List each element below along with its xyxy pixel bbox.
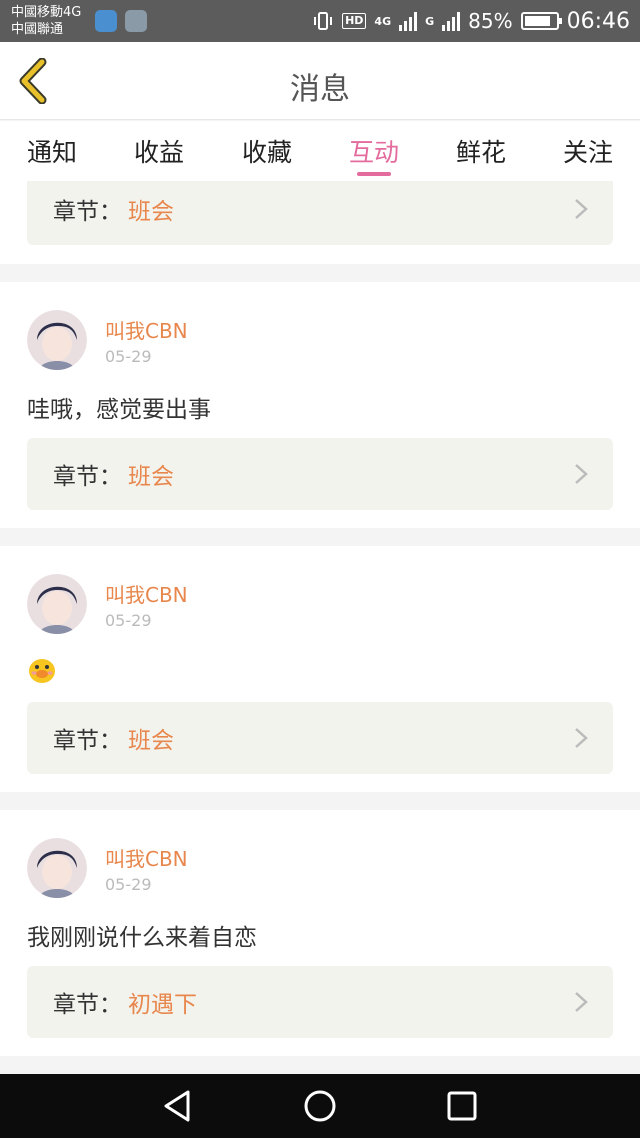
duck-emoji-icon: [29, 659, 55, 683]
avatar[interactable]: [27, 310, 87, 370]
chevron-right-icon: [575, 199, 588, 219]
message-feed[interactable]: 章节： 班会 叫我CBN 05-29 哇哦，感觉要出事 章节： 班会 叫我CBN…: [0, 181, 640, 1074]
tab-earnings[interactable]: 收益: [119, 133, 199, 169]
vibrate-icon: [314, 12, 333, 30]
comment-text: 我刚刚说什么来着自恋: [27, 925, 257, 951]
chapter-title: 班会: [128, 199, 174, 225]
tab-interactions[interactable]: 互动: [334, 133, 414, 169]
chapter-title: 班会: [128, 464, 174, 490]
timestamp: 05-29: [105, 875, 152, 894]
message-card-partial: 章节： 班会: [0, 181, 640, 264]
chevron-right-icon: [575, 992, 588, 1012]
chapter-label: 章节：: [53, 199, 122, 225]
status-bar: 中國移動4G 中國聯通 HD 4G G 85% 06:46: [0, 0, 640, 42]
signal-bars-icon: [399, 11, 418, 31]
chapter-link[interactable]: 章节： 初遇下: [27, 966, 613, 1038]
carrier-info: 中國移動4G 中國聯通: [11, 4, 81, 38]
network-g-label: G: [425, 14, 435, 28]
active-tab-indicator: [357, 172, 391, 176]
chapter-label: 章节：: [53, 992, 122, 1018]
square-recent-icon[interactable]: [444, 1088, 480, 1124]
chapter-label: 章节：: [53, 464, 122, 490]
username[interactable]: 叫我CBN: [105, 579, 188, 608]
chapter-label: 章节：: [53, 728, 122, 754]
message-card: 叫我CBN 05-29 哇哦，感觉要出事 章节： 班会: [0, 282, 640, 528]
hd-badge: HD: [342, 13, 367, 29]
timestamp: 05-29: [105, 611, 152, 630]
battery-icon: [520, 12, 562, 30]
chevron-right-icon: [575, 464, 588, 484]
chapter-title: 初遇下: [128, 992, 197, 1018]
battery-percent: 85%: [468, 9, 513, 33]
tab-notifications[interactable]: 通知: [12, 133, 92, 169]
comment-text: 哇哦，感觉要出事: [27, 397, 211, 423]
tab-flowers[interactable]: 鲜花: [441, 133, 521, 169]
message-card: 叫我CBN 05-29 我刚刚说什么来着自恋 章节： 初遇下: [0, 810, 640, 1056]
network-4g-label: 4G: [374, 14, 392, 28]
notification-app-icon: [95, 10, 117, 32]
system-nav-bar: [0, 1074, 640, 1138]
triangle-back-icon[interactable]: [160, 1088, 196, 1124]
page-title: 消息: [290, 72, 350, 107]
tab-following[interactable]: 关注: [548, 133, 628, 169]
clock: 06:46: [566, 8, 630, 34]
gallery-notification-icon: [125, 10, 147, 32]
username[interactable]: 叫我CBN: [105, 843, 188, 872]
app-header: 消息: [0, 42, 640, 120]
tab-bar: 通知 收益 收藏 互动 鲜花 关注: [0, 121, 640, 181]
chapter-title: 班会: [128, 728, 174, 754]
chapter-link[interactable]: 章节： 班会: [27, 181, 613, 245]
signal-bars-icon-2: [442, 11, 461, 31]
circle-home-icon[interactable]: [302, 1088, 338, 1124]
carrier-line-2: 中國聯通: [11, 22, 64, 37]
status-indicators: HD 4G G 85% 06:46: [312, 6, 630, 36]
avatar[interactable]: [27, 574, 87, 634]
chapter-link[interactable]: 章节： 班会: [27, 702, 613, 774]
timestamp: 05-29: [105, 347, 152, 366]
carrier-line-1: 中國移動4G: [11, 5, 82, 20]
chevron-right-icon: [575, 728, 588, 748]
message-card: 叫我CBN 05-29 章节： 班会: [0, 546, 640, 792]
avatar[interactable]: [27, 838, 87, 898]
username[interactable]: 叫我CBN: [105, 315, 188, 344]
chapter-link[interactable]: 章节： 班会: [27, 438, 613, 510]
tab-favorites[interactable]: 收藏: [227, 133, 307, 169]
